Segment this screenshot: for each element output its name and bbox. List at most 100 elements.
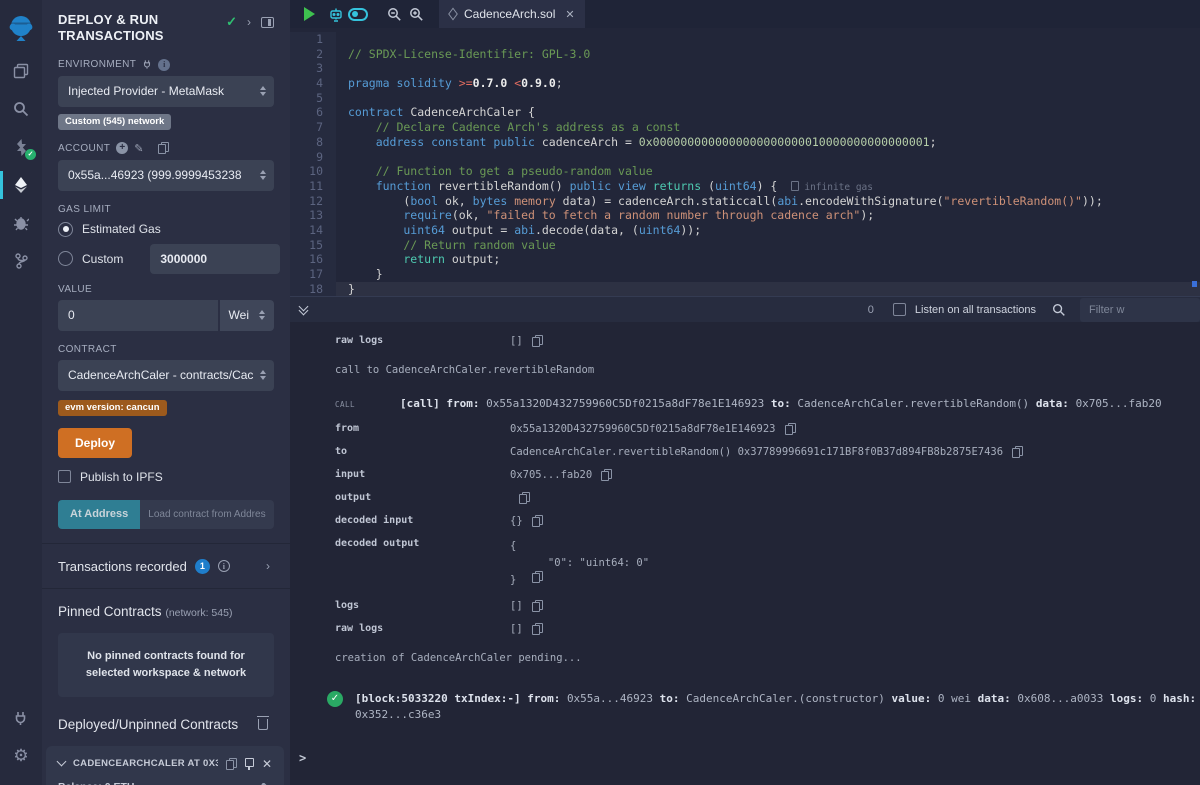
- terminal-row-raw-logs: raw logs[]: [335, 623, 1200, 635]
- code-line-9: 9: [290, 150, 1200, 165]
- copy-icon[interactable]: [532, 571, 542, 583]
- code-editor[interactable]: 12// SPDX-License-Identifier: GPL-3.034p…: [290, 28, 1200, 296]
- plugin-manager-icon[interactable]: [0, 242, 42, 280]
- balance-value: 0 ETH: [105, 781, 135, 785]
- terminal-prompt[interactable]: >: [299, 751, 1200, 765]
- main-area: CadenceArch.sol ✕ 12// SPDX-License-Iden…: [290, 0, 1200, 785]
- copy-icon[interactable]: [785, 423, 795, 435]
- updown-caret-icon: [259, 310, 265, 320]
- line-number: 5: [290, 91, 336, 106]
- clear-contracts-trash-icon[interactable]: [258, 719, 268, 730]
- line-number: 6: [290, 105, 336, 120]
- transactions-expand-icon[interactable]: ›: [266, 559, 270, 573]
- code-line-18: 18}: [290, 282, 1200, 296]
- environment-info-icon[interactable]: i: [158, 59, 170, 71]
- at-address-button[interactable]: At Address: [58, 500, 140, 529]
- copy-icon[interactable]: [1012, 446, 1022, 458]
- zoom-in-icon[interactable]: [405, 3, 427, 25]
- deployed-contract-card: CADENCEARCHCALER AT 0X37 ✕ Balance: 0 ET…: [46, 746, 284, 785]
- value-unit-select[interactable]: Wei: [220, 300, 274, 331]
- icon-strip: ✓ ⚙: [0, 0, 42, 785]
- updown-caret-icon: [260, 170, 266, 180]
- remove-contract-icon[interactable]: ✕: [262, 758, 272, 770]
- line-number: 15: [290, 238, 336, 253]
- account-select[interactable]: 0x55a...46923 (999.9999453238: [58, 160, 274, 191]
- code-line-6: 6contract CadenceArchCaler {: [290, 105, 1200, 120]
- file-explorer-icon[interactable]: [0, 52, 42, 90]
- run-script-play-icon[interactable]: [304, 7, 315, 21]
- ai-toggle-icon[interactable]: [347, 3, 369, 25]
- overview-ruler-mark: [1192, 281, 1197, 287]
- publish-ipfs-checkbox[interactable]: [58, 470, 71, 483]
- remix-logo-icon[interactable]: [0, 6, 42, 52]
- line-number: 12: [290, 194, 336, 209]
- line-number: 11: [290, 179, 336, 194]
- line-number: 8: [290, 135, 336, 150]
- editor-toolbar: CadenceArch.sol ✕: [290, 0, 1200, 28]
- terminal-output[interactable]: raw logs[]call to CadenceArchCaler.rever…: [290, 322, 1200, 785]
- estimated-gas-radio[interactable]: [58, 222, 73, 237]
- plug-icon[interactable]: [0, 699, 42, 737]
- settings-gear-icon[interactable]: ⚙: [0, 737, 42, 775]
- tab-cadencearch-sol[interactable]: CadenceArch.sol ✕: [439, 0, 585, 28]
- zoom-out-icon[interactable]: [383, 3, 405, 25]
- line-number: 4: [290, 76, 336, 91]
- code-line-3: 3: [290, 61, 1200, 76]
- terminal-filter-input[interactable]: [1080, 298, 1200, 322]
- terminal-row-from: from0x55a1320D432759960C5Df0215a8dF78e1E…: [335, 423, 1200, 435]
- solidity-compiler-icon[interactable]: ✓: [0, 128, 42, 166]
- line-number: 1: [290, 32, 336, 47]
- environment-select[interactable]: Injected Provider - MetaMask: [58, 76, 274, 107]
- custom-gas-radio[interactable]: [58, 251, 73, 266]
- search-icon[interactable]: [0, 90, 42, 128]
- terminal-row-logs: logs[]: [335, 600, 1200, 612]
- copy-icon[interactable]: [532, 600, 542, 612]
- line-number: 7: [290, 120, 336, 135]
- publish-ipfs-label: Publish to IPFS: [80, 470, 163, 484]
- copy-contract-icon[interactable]: [226, 758, 236, 770]
- transactions-info-icon[interactable]: i: [218, 560, 230, 572]
- line-number: 16: [290, 252, 336, 267]
- copy-icon[interactable]: [532, 515, 542, 527]
- terminal-header: 0 Listen on all transactions: [290, 296, 1200, 322]
- code-line-11: 11 function revertibleRandom() public vi…: [290, 179, 1200, 194]
- code-line-12: 12 (bool ok, bytes memory data) = cadenc…: [290, 194, 1200, 209]
- listen-checkbox[interactable]: [893, 303, 906, 316]
- line-number: 9: [290, 150, 336, 165]
- transactions-recorded-row[interactable]: Transactions recorded 1 i ›: [58, 544, 274, 588]
- deploy-button[interactable]: Deploy: [58, 428, 132, 458]
- ai-assistant-robot-icon[interactable]: [325, 3, 347, 25]
- copy-icon[interactable]: [601, 469, 611, 481]
- pin-panel-icon[interactable]: [261, 17, 274, 28]
- tab-close-icon[interactable]: ✕: [565, 8, 574, 21]
- line-number: 18: [290, 282, 336, 296]
- pin-contract-icon[interactable]: [244, 758, 254, 770]
- panel-forward-icon[interactable]: ›: [247, 15, 251, 29]
- debugger-icon[interactable]: [0, 204, 42, 242]
- remix-app: ✓ ⚙ DEPLOY & RUN TRANSACTIONS ✓ › ENVIRO…: [0, 0, 1200, 785]
- at-address-input[interactable]: [140, 500, 274, 529]
- code-line-4: 4pragma solidity >=0.7.0 <0.9.0;: [290, 76, 1200, 91]
- contract-select[interactable]: CadenceArchCaler - contracts/Cac: [58, 360, 274, 391]
- code-line-10: 10 // Function to get a pseudo-random va…: [290, 164, 1200, 179]
- success-check-icon: ✓: [327, 691, 343, 707]
- copy-account-icon[interactable]: [158, 142, 168, 154]
- copy-icon[interactable]: [519, 492, 529, 504]
- updown-caret-icon: [260, 86, 266, 96]
- add-account-icon[interactable]: +: [116, 142, 128, 154]
- account-label: ACCOUNT: [58, 143, 110, 154]
- collapse-chevron-icon[interactable]: [57, 757, 67, 767]
- deploy-and-run-icon[interactable]: [0, 166, 42, 204]
- deploy-run-panel: DEPLOY & RUN TRANSACTIONS ✓ › ENVIRONMEN…: [42, 0, 290, 785]
- custom-gas-input[interactable]: [150, 244, 280, 274]
- terminal-row-decoded-output: decoded output{ "0": "uint64: 0"}: [335, 538, 1200, 589]
- terminal-collapse-icon[interactable]: [300, 306, 307, 314]
- terminal-search-icon[interactable]: [1052, 303, 1066, 317]
- copy-icon[interactable]: [532, 623, 542, 635]
- edit-balance-icon[interactable]: ✎: [261, 781, 270, 785]
- custom-gas-label: Custom: [82, 252, 123, 266]
- sign-message-icon[interactable]: ✎: [134, 142, 143, 155]
- line-number: 2: [290, 47, 336, 62]
- copy-icon[interactable]: [532, 335, 542, 347]
- value-input[interactable]: [58, 300, 218, 331]
